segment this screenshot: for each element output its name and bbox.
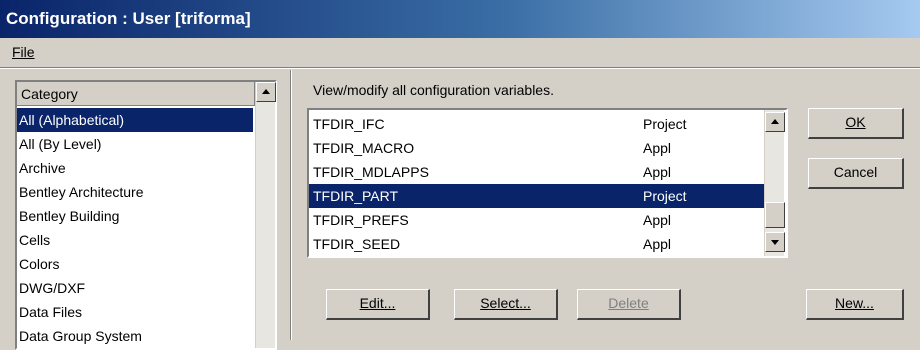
- scroll-up-button[interactable]: [256, 82, 276, 102]
- ok-button[interactable]: OK: [808, 108, 904, 139]
- variable-name: TFDIR_IFC: [313, 116, 385, 132]
- category-item[interactable]: Cells: [17, 228, 253, 252]
- variable-row[interactable]: TFDIR_PART Project: [309, 184, 764, 208]
- category-item[interactable]: All (Alphabetical): [17, 108, 253, 132]
- variable-row[interactable]: TFDIR_PREFS Appl: [309, 208, 764, 232]
- variable-name: TFDIR_PART: [309, 184, 643, 208]
- select-button-label: Select...: [480, 295, 531, 311]
- category-scrollbar[interactable]: [255, 82, 276, 348]
- variables-table: TFDIR_IFC Project TFDIR_MACRO Appl TFDIR_MDL…: [309, 112, 764, 256]
- category-header-label: Category: [21, 86, 78, 102]
- variable-row[interactable]: TFDIR_IFC Project: [309, 112, 764, 136]
- variables-caption: View/modify all configuration variables.: [313, 82, 554, 98]
- category-item[interactable]: All (By Level): [17, 132, 253, 156]
- select-button[interactable]: Select...: [454, 289, 558, 320]
- variable-level: Appl: [643, 236, 672, 252]
- ok-button-label: OK: [845, 114, 866, 130]
- delete-button[interactable]: Delete: [577, 289, 681, 320]
- category-list: All (Alphabetical) All (By Level) Archive B…: [17, 108, 253, 348]
- cancel-button[interactable]: Cancel: [808, 158, 904, 189]
- variable-name: TFDIR_PREFS: [313, 212, 409, 228]
- category-header[interactable]: Category: [17, 82, 255, 106]
- variable-row[interactable]: TFDIR_MDLAPPS Appl: [309, 160, 764, 184]
- arrow-up-icon: [771, 119, 779, 124]
- scroll-down-button[interactable]: [765, 232, 785, 252]
- cancel-button-label: Cancel: [833, 164, 878, 180]
- edit-button[interactable]: Edit...: [326, 289, 430, 320]
- scroll-thumb[interactable]: [765, 202, 785, 228]
- variable-name: TFDIR_SEED: [313, 236, 401, 252]
- edit-button-label: Edit...: [359, 295, 396, 311]
- delete-button-label: Delete: [608, 295, 649, 311]
- new-button[interactable]: New...: [806, 289, 904, 320]
- menu-separator: [0, 67, 920, 69]
- variables-listbox[interactable]: TFDIR_IFC Project TFDIR_MACRO Appl TFDIR_MDL…: [307, 108, 788, 258]
- scroll-up-button[interactable]: [765, 112, 785, 132]
- window-title: Configuration : User [triforma]: [6, 9, 251, 28]
- category-item[interactable]: Bentley Building: [17, 204, 253, 228]
- variable-level: Project: [643, 116, 687, 132]
- variable-level: Appl: [643, 164, 672, 180]
- variable-level: Project: [643, 184, 764, 208]
- category-item[interactable]: DWG/DXF: [17, 276, 253, 300]
- category-item[interactable]: Data Group System: [17, 324, 253, 348]
- variable-level: Appl: [643, 212, 672, 228]
- variable-level: Appl: [643, 140, 672, 156]
- variable-name: TFDIR_MACRO: [313, 140, 415, 156]
- variable-name: TFDIR_MDLAPPS: [313, 164, 429, 180]
- category-item[interactable]: Bentley Architecture: [17, 180, 253, 204]
- panel-divider: [290, 70, 292, 340]
- menu-file[interactable]: File: [12, 44, 35, 60]
- category-item[interactable]: Archive: [17, 156, 253, 180]
- category-item[interactable]: Colors: [17, 252, 253, 276]
- arrow-up-icon: [262, 89, 270, 94]
- variables-scrollbar[interactable]: [764, 110, 785, 256]
- menu-bar: File: [0, 41, 920, 65]
- category-listbox[interactable]: Category All (Alphabetical) All (By Level…: [15, 80, 277, 350]
- category-item[interactable]: Data Files: [17, 300, 253, 324]
- arrow-down-icon: [771, 240, 779, 245]
- new-button-label: New...: [835, 295, 874, 311]
- variable-row[interactable]: TFDIR_SEED Appl: [309, 232, 764, 256]
- title-bar[interactable]: Configuration : User [triforma]: [0, 0, 920, 38]
- variable-row[interactable]: TFDIR_MACRO Appl: [309, 136, 764, 160]
